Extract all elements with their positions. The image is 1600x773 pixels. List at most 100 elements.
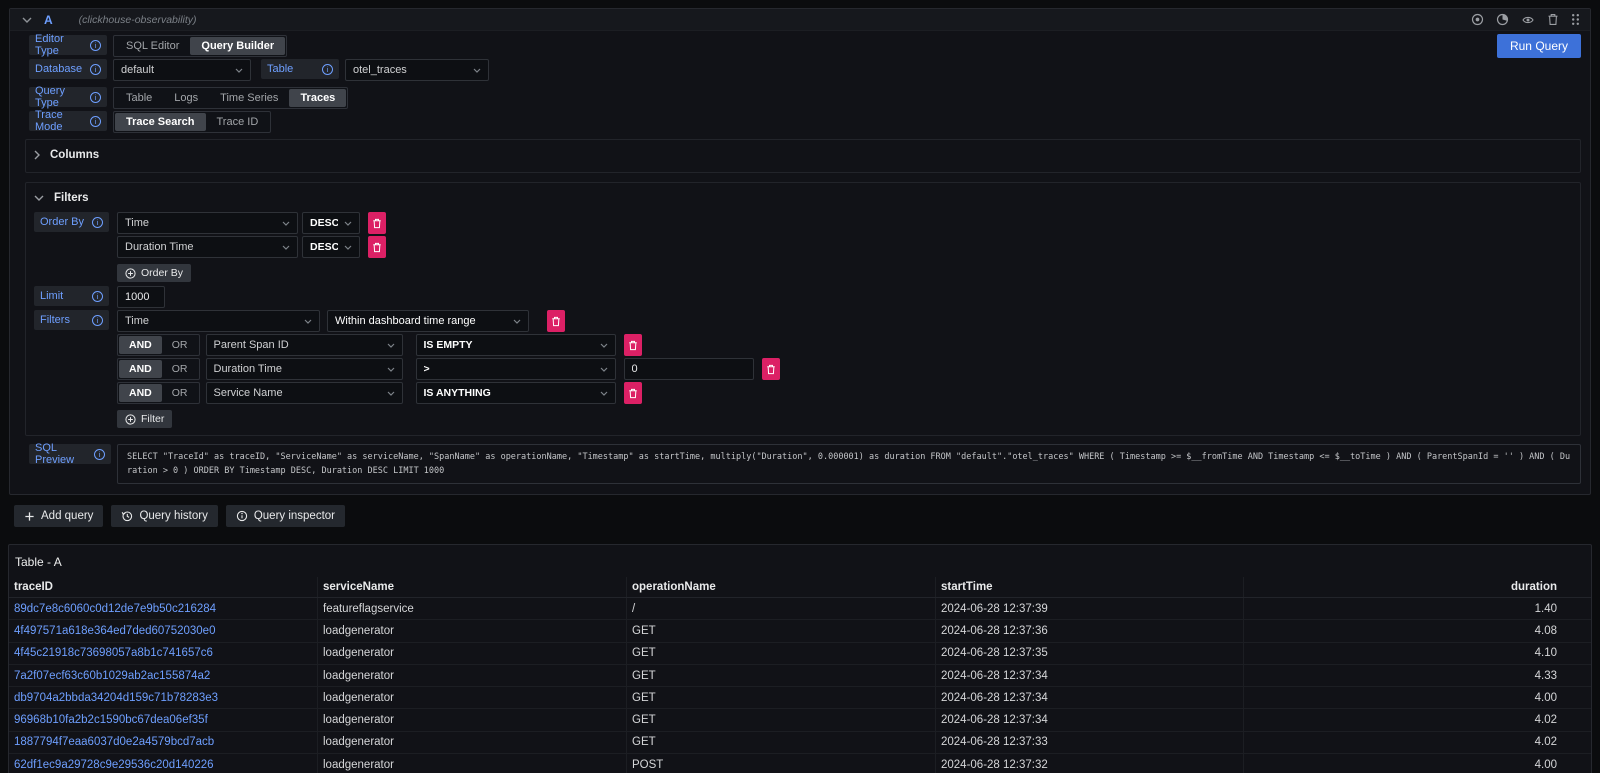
chevron-down-icon [344, 245, 352, 250]
info-icon[interactable]: i [92, 315, 103, 326]
sql-editor-option[interactable]: SQL Editor [115, 37, 190, 55]
trace-id-link[interactable]: 4f45c21918c73698057a8b1c741657c6 [14, 647, 213, 659]
filter-field-select[interactable]: Service Name [206, 382, 403, 404]
table-row: 7a2f07ecf63c60b1029ab2ac155874a2 loadgen… [9, 665, 1591, 687]
timer-pie-icon[interactable] [1496, 13, 1509, 26]
info-icon[interactable]: i [94, 449, 105, 460]
and-option[interactable]: AND [119, 360, 162, 378]
and-or-switch: AND OR [117, 358, 200, 380]
plus-icon [24, 511, 35, 522]
eye-icon[interactable] [1521, 14, 1535, 26]
trash-icon[interactable] [1547, 13, 1559, 26]
duration-cell: 4.10 [1244, 643, 1591, 664]
filter-operator-select[interactable]: IS EMPTY [416, 334, 616, 356]
filter-field-select[interactable]: Time [117, 310, 320, 332]
trace-search-option[interactable]: Trace Search [115, 113, 206, 131]
query-editor-body: Run Query Editor Type i SQL Editor Query… [10, 31, 1590, 494]
table-select[interactable]: otel_traces [345, 59, 489, 81]
filters-label: Filters i [34, 310, 109, 330]
column-header-traceid[interactable]: traceID [9, 577, 318, 597]
query-type-timeseries[interactable]: Time Series [209, 89, 289, 107]
remove-filter-button[interactable] [762, 358, 780, 380]
filter-value-input[interactable] [624, 358, 754, 380]
chevron-down-icon[interactable] [22, 17, 32, 23]
and-option[interactable]: AND [119, 336, 162, 354]
operation-name-cell: GET [627, 732, 936, 753]
trace-id-link[interactable]: 89dc7e8c6060c0d12de7e9b50c216284 [14, 603, 216, 615]
trace-id-link[interactable]: db9704a2bbda34204d159c71b78283e3 [14, 692, 218, 704]
duration-cell: 4.02 [1244, 709, 1591, 730]
remove-filter-button[interactable] [624, 382, 642, 404]
remove-order-by-button[interactable] [368, 236, 386, 258]
query-type-table[interactable]: Table [115, 89, 163, 107]
sql-preview-text: SELECT "TraceId" as traceID, "ServiceNam… [117, 444, 1581, 484]
start-time-cell: 2024-06-28 12:37:35 [936, 643, 1244, 664]
service-name-cell: loadgenerator [318, 643, 627, 664]
editor-type-row: Editor Type i SQL Editor Query Builder [29, 35, 1581, 57]
trace-id-option[interactable]: Trace ID [206, 113, 270, 131]
column-header-operationname[interactable]: operationName [627, 577, 936, 597]
and-option[interactable]: AND [119, 384, 162, 402]
trace-id-link[interactable]: 62df1ec9a29728c9e29536c20d140226 [14, 759, 214, 771]
chevron-down-icon [282, 245, 290, 250]
limit-input[interactable] [117, 286, 165, 308]
chevron-down-icon [600, 367, 608, 372]
query-type-label: Query Type i [29, 87, 107, 107]
order-by-direction-select[interactable]: DESC [302, 212, 360, 234]
table-row: 4f45c21918c73698057a8b1c741657c6 loadgen… [9, 643, 1591, 665]
query-history-button[interactable]: Query history [111, 505, 217, 527]
remove-filter-button[interactable] [624, 334, 642, 356]
info-icon[interactable]: i [322, 64, 333, 75]
add-filter-button[interactable]: Filter [117, 410, 172, 428]
trace-id-link[interactable]: 1887794f7eaa6037d0e2a4579bcd7acb [14, 736, 214, 748]
order-by-direction-select[interactable]: DESC [302, 236, 360, 258]
chevron-down-icon [387, 343, 395, 348]
chevron-down-icon [235, 68, 243, 73]
table-row: db9704a2bbda34204d159c71b78283e3 loadgen… [9, 687, 1591, 709]
service-name-cell: loadgenerator [318, 665, 627, 686]
database-select[interactable]: default [113, 59, 251, 81]
filter-operator-select[interactable]: Within dashboard time range [327, 310, 529, 332]
drag-handle-icon[interactable] [1571, 13, 1580, 26]
query-type-traces[interactable]: Traces [289, 89, 346, 107]
info-icon[interactable]: i [90, 116, 101, 127]
info-icon[interactable]: i [90, 92, 101, 103]
trace-id-link[interactable]: 96968b10fa2b2c1590bc67dea06ef35f [14, 714, 208, 726]
info-icon[interactable]: i [92, 217, 103, 228]
add-order-by-button[interactable]: Order By [117, 264, 191, 282]
columns-section-toggle[interactable]: Columns [34, 145, 1572, 165]
or-option[interactable]: OR [162, 336, 198, 354]
column-header-starttime[interactable]: startTime [936, 577, 1244, 597]
duration-cell: 4.00 [1244, 687, 1591, 708]
filter-operator-select[interactable]: IS ANYTHING [416, 382, 616, 404]
column-header-servicename[interactable]: serviceName [318, 577, 627, 597]
trace-id-link[interactable]: 4f497571a618e364ed7ded60752030e0 [14, 625, 215, 637]
query-builder-option[interactable]: Query Builder [190, 37, 285, 55]
filter-operator-select[interactable]: > [416, 358, 616, 380]
remove-filter-button[interactable] [547, 310, 565, 332]
service-name-cell: loadgenerator [318, 709, 627, 730]
trace-id-link[interactable]: 7a2f07ecf63c60b1029ab2ac155874a2 [14, 670, 210, 682]
order-by-field-select[interactable]: Time [117, 212, 298, 234]
order-by-field-select[interactable]: Duration Time [117, 236, 298, 258]
info-icon[interactable]: i [92, 291, 103, 302]
info-icon[interactable]: i [90, 64, 101, 75]
trace-mode-row: Trace Mode i Trace Search Trace ID [29, 111, 1581, 133]
filter-field-select[interactable]: Duration Time [206, 358, 403, 380]
chevron-down-icon [600, 343, 608, 348]
column-header-duration[interactable]: duration [1244, 577, 1591, 597]
run-query-button[interactable]: Run Query [1497, 34, 1581, 58]
service-name-cell: loadgenerator [318, 732, 627, 753]
filter-field-select[interactable]: Parent Span ID [206, 334, 403, 356]
service-name-cell: loadgenerator [318, 687, 627, 708]
add-query-button[interactable]: Add query [14, 505, 103, 527]
filters-section-toggle[interactable]: Filters [34, 188, 1572, 208]
or-option[interactable]: OR [162, 384, 198, 402]
or-option[interactable]: OR [162, 360, 198, 378]
info-icon[interactable]: i [90, 40, 101, 51]
query-inspector-button[interactable]: Query inspector [226, 505, 345, 527]
start-time-cell: 2024-06-28 12:37:34 [936, 687, 1244, 708]
remove-order-by-button[interactable] [368, 212, 386, 234]
record-icon[interactable] [1471, 13, 1484, 26]
query-type-logs[interactable]: Logs [163, 89, 209, 107]
